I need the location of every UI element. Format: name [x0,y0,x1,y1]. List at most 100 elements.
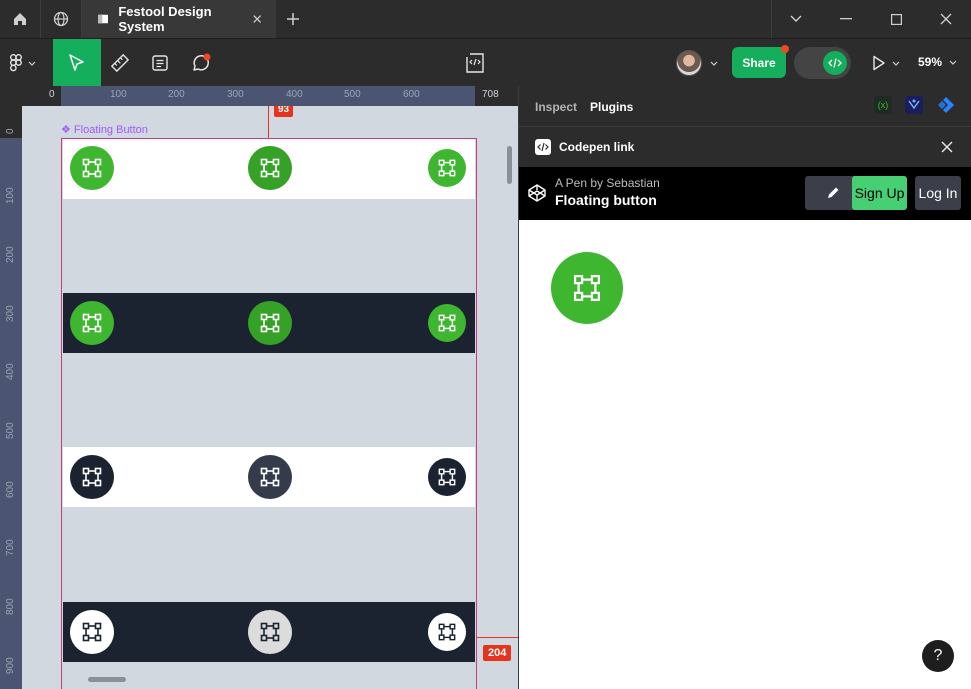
floating-button[interactable] [248,610,292,654]
floating-button[interactable] [70,301,114,345]
minimize-button[interactable] [826,0,866,38]
ruler-tick: 0 [49,89,55,100]
horizontal-ruler: 0 100 200 300 400 500 600 708 [22,86,518,106]
variant-row [63,293,475,353]
floating-button[interactable] [70,146,114,190]
plugin-icon[interactable] [905,96,923,114]
toolbar: Share 59% [0,38,971,87]
shape-select-icon [82,467,102,487]
measure-line [268,106,269,138]
floating-button[interactable] [428,613,466,651]
chevron-down-icon [28,61,36,66]
ruler-tick: 200 [5,246,16,263]
file-icon [98,14,109,24]
chevron-down-icon [949,60,957,66]
document-icon [152,55,168,71]
ruler-tick: 500 [344,89,361,100]
variant-row [63,139,475,199]
code-view-icon[interactable] [464,52,486,74]
log-in-button[interactable]: Log In [915,176,961,210]
floating-button[interactable] [70,455,114,499]
pen-preview: ? [519,220,971,689]
ruler-corner [0,86,22,106]
floating-button-frame[interactable] [61,138,477,689]
ruler-tick: 500 [5,422,16,439]
shape-select-icon [573,274,601,302]
floating-button[interactable] [248,455,292,499]
shape-select-icon [260,158,280,178]
close-plugin-button[interactable] [940,140,954,154]
maximize-icon [890,13,902,25]
chevron-down-icon [710,61,718,66]
tab-festool-design-system[interactable]: Festool Design System [82,0,276,38]
measure-badge: 93 [274,106,294,117]
code-brackets-icon [823,51,847,75]
home-button[interactable] [0,0,40,38]
shape-select-icon [82,158,102,178]
variables-plugin-icon[interactable]: (x) [874,96,892,114]
floating-button[interactable] [428,149,466,187]
globe-icon [53,11,69,27]
floating-button[interactable] [248,146,292,190]
new-tab-button[interactable] [273,0,313,38]
community-button[interactable] [41,0,81,38]
ruler-tick: 400 [5,363,16,380]
ruler-tick: 600 [5,481,16,498]
ruler-tick: 300 [227,89,244,100]
codepen-plugin-icon [535,139,551,155]
main-menu-button[interactable] [10,53,44,73]
zoom-label: 59% [918,55,943,69]
maximize-button[interactable] [876,0,916,38]
share-button[interactable]: Share [732,47,786,78]
sign-up-button[interactable]: Sign Up [852,176,907,210]
floating-button[interactable] [428,458,466,496]
canvas[interactable]: ❖ Floating Button 93 204 [22,106,518,689]
close-icon [940,13,952,25]
jira-plugin-icon[interactable] [937,96,955,114]
pen-byline[interactable]: A Pen by Sebastian [555,176,660,190]
cursor-icon [69,54,84,71]
floating-button[interactable] [70,610,114,654]
help-button[interactable]: ? [922,640,954,672]
shape-select-icon [260,467,280,487]
plugin-title: Codepen link [559,140,635,154]
frame-label[interactable]: ❖ Floating Button [61,123,148,136]
shape-select-icon [438,623,456,641]
vertical-scrollbar[interactable] [507,146,512,184]
ruler-tick: 200 [168,89,185,100]
codepen-logo-icon[interactable] [527,183,547,203]
dev-mode-toggle[interactable] [794,47,851,79]
figma-logo-icon [10,54,22,72]
close-window-button[interactable] [926,0,966,38]
tabs-dropdown-button[interactable] [776,0,816,38]
ruler-tick: 100 [5,187,16,204]
close-tab-icon[interactable] [252,13,262,25]
multiplayer-avatar-button[interactable] [676,49,722,77]
codepen-header: A Pen by Sebastian Floating button Sign … [519,167,971,220]
plus-icon [287,13,299,25]
zoom-dropdown[interactable]: 59% [918,55,957,69]
measure-tool-button[interactable] [108,51,132,75]
pen-title: Floating button [555,192,657,208]
floating-button[interactable] [248,301,292,345]
measure-line [477,637,518,638]
minimize-icon [840,18,852,20]
avatar [676,50,702,76]
tab-plugins[interactable]: Plugins [590,100,633,114]
ruler-tick: 800 [5,598,16,615]
ruler-tick: 700 [5,539,16,556]
ruler-tick: 708 [482,89,499,100]
present-button[interactable] [872,53,904,73]
shape-select-icon [438,314,456,332]
annotate-tool-button[interactable] [148,51,172,75]
floating-button[interactable] [428,304,466,342]
move-tool-button[interactable] [53,39,101,87]
comment-tool-button[interactable] [188,51,214,75]
notification-dot [781,45,789,53]
comment-icon [193,53,211,71]
floating-button-preview[interactable] [551,252,623,324]
tab-inspect[interactable]: Inspect [535,100,577,114]
close-icon [941,141,953,153]
horizontal-scrollbar[interactable] [88,677,126,682]
tab-title: Festool Design System [118,4,212,34]
